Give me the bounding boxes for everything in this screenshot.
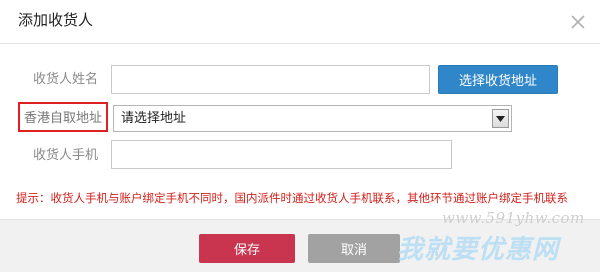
phone-hint-text: 提示：收货人手机与账户绑定手机不同时，国内派件时通过收货人手机联系，其他环节通过… bbox=[16, 191, 568, 205]
consignee-name-label: 收货人姓名 bbox=[33, 72, 99, 87]
consignee-phone-label: 收货人手机 bbox=[33, 148, 99, 163]
chevron-down-icon[interactable] bbox=[492, 109, 509, 128]
add-consignee-dialog: 添加收货人 收货人姓名 选择收货地址 香港自取地址 请选择地址 收货人手机 提示… bbox=[0, 0, 600, 272]
hk-pickup-label: 香港自取地址 bbox=[24, 111, 103, 126]
hk-pickup-address-select[interactable]: 请选择地址 bbox=[113, 105, 512, 132]
select-address-button[interactable]: 选择收货地址 bbox=[438, 65, 558, 94]
consignee-phone-input[interactable] bbox=[111, 140, 452, 169]
watermark-logo-text: 我就要优惠网 bbox=[397, 235, 560, 265]
dialog-title: 添加收货人 bbox=[18, 11, 94, 29]
consignee-name-input[interactable] bbox=[111, 65, 430, 94]
dialog-header: 添加收货人 bbox=[0, 0, 600, 44]
hk-pickup-select-value: 请选择地址 bbox=[121, 111, 187, 126]
watermark-url: www.591yhw.com bbox=[442, 209, 585, 227]
cancel-button[interactable]: 取消 bbox=[308, 234, 400, 263]
close-icon[interactable] bbox=[570, 14, 586, 30]
save-button[interactable]: 保存 bbox=[199, 234, 295, 263]
